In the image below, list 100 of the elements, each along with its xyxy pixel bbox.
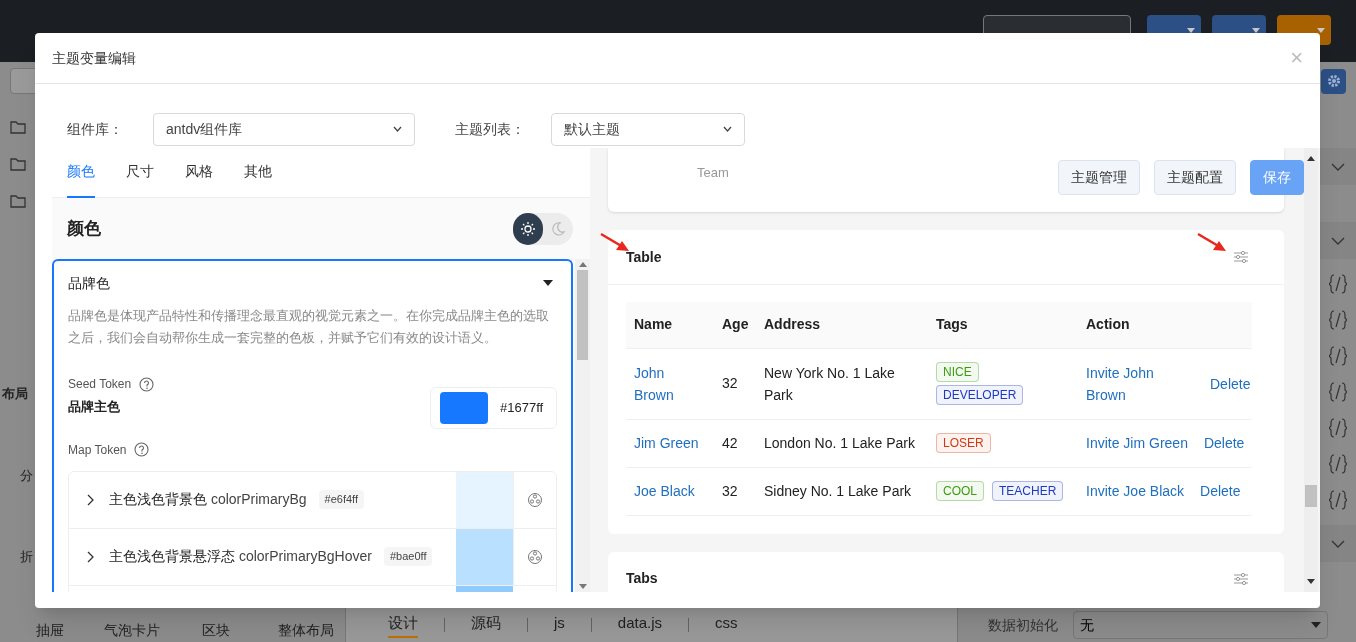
chevron-right-icon [87, 550, 95, 563]
delete-link[interactable]: Delete [1200, 480, 1241, 502]
caret-icon [1311, 622, 1321, 628]
table-cell: 32 [714, 348, 756, 419]
tab[interactable]: 其他 [244, 147, 272, 198]
table-cell-text: Sidney No. 1 Lake Park [764, 482, 912, 501]
name-link[interactable]: John Brown [634, 361, 704, 406]
chevron-right-icon [87, 493, 95, 506]
chevron-down-icon [723, 126, 732, 132]
editor-tab[interactable]: js [554, 611, 565, 639]
card-title: 品牌色 [68, 273, 110, 293]
folder-icon [10, 156, 26, 171]
pointer-arrow-icon [1197, 232, 1227, 252]
code-icon [1329, 345, 1347, 367]
editor-tab[interactable]: 源码 [471, 611, 501, 639]
editor-tab[interactable]: css [715, 611, 738, 639]
palette-item[interactable]: 区块 [202, 620, 230, 641]
column-header: Address [756, 302, 928, 348]
color-value[interactable]: #1677ff [500, 397, 544, 418]
chevron-down-icon [393, 126, 402, 132]
card-title: Table [626, 247, 662, 267]
column-header: Action [1078, 302, 1252, 348]
settings-icon [1326, 74, 1341, 88]
caret-icon [1317, 27, 1325, 33]
scroll-thumb[interactable] [577, 270, 588, 360]
scroll-up-icon [1307, 156, 1315, 161]
sun-icon [520, 220, 536, 237]
delete-link[interactable]: Delete [1203, 432, 1245, 454]
code-icon [1329, 309, 1347, 331]
code-icon [1329, 489, 1347, 511]
chevron-down-icon [1331, 236, 1345, 245]
editor-tab[interactable]: 设计 [388, 611, 418, 639]
palette-item[interactable]: 气泡卡片 [104, 620, 160, 641]
token-name: 主色浅色背景色 colorPrimaryBg [109, 490, 307, 509]
name-link[interactable]: Joe Black [634, 480, 695, 502]
select-field[interactable]: antdv组件库 [153, 112, 415, 146]
table-cell: 42 [714, 419, 756, 467]
button[interactable]: 主题配置 [1154, 160, 1236, 195]
sidebar-label: 折 [19, 548, 33, 566]
button[interactable]: 主题管理 [1058, 160, 1140, 195]
palette-item[interactable]: 抽屉 [36, 620, 64, 641]
color-swatch [440, 391, 488, 424]
moon-icon [550, 220, 566, 237]
mode-toggle[interactable] [513, 212, 543, 245]
palette-icon [527, 491, 543, 508]
invite-link[interactable]: Invite John Brown [1086, 361, 1186, 406]
table-cell-text: New York No. 1 Lake Park [764, 363, 896, 405]
property-select[interactable]: 无 [1073, 611, 1328, 639]
settings-sliders-icon[interactable] [1234, 572, 1248, 585]
caret-down-icon[interactable] [543, 278, 553, 288]
token-label: Map Token [68, 441, 127, 459]
token-name: 品牌主色 [68, 398, 121, 416]
invite-link[interactable]: Invite Joe Black [1086, 480, 1185, 502]
tag: LOSER [936, 433, 991, 453]
folder-icon [10, 193, 26, 208]
help-icon [139, 376, 155, 392]
description: 品牌色是体现产品特性和传播理念最直观的视觉元素之一。在你完成品牌主色的选取之后，我们会自动帮你生成一套完整的色板，并赋予它们有效的设计语义。 [68, 307, 550, 347]
code-icon [1329, 273, 1347, 295]
pointer-arrow-icon [600, 232, 630, 252]
folder-icon [10, 119, 26, 134]
scroll-up-icon [578, 262, 587, 267]
tag: COOL [936, 481, 984, 501]
tab[interactable]: 尺寸 [126, 147, 154, 198]
field-label: 组件库： [67, 119, 123, 139]
chevron-down-icon [1331, 539, 1345, 548]
intro-text: Team [697, 164, 729, 182]
tag: TEACHER [992, 481, 1064, 501]
palette-item[interactable]: 整体布局 [278, 620, 334, 641]
settings-sliders-icon[interactable] [1234, 251, 1248, 263]
table-cell: 32 [714, 467, 756, 515]
card-title: Tabs [626, 569, 658, 588]
name-link[interactable]: Jim Green [634, 432, 699, 454]
column-header: Tags [928, 302, 1078, 348]
token-label: Seed Token [68, 376, 132, 393]
column-header: Name [626, 302, 714, 348]
chevron-down-icon [1331, 162, 1345, 171]
column-header: Age [714, 302, 756, 348]
editor-tab[interactable]: data.js [617, 611, 663, 639]
select-field[interactable]: 默认主题 [551, 112, 745, 146]
hex-badge: #bae0ff [383, 547, 433, 566]
table-cell-text: London No. 1 Lake Park [764, 434, 915, 453]
settings-button[interactable] [1321, 68, 1346, 94]
code-icon [1329, 453, 1347, 475]
code-icon [1329, 381, 1347, 403]
tab[interactable]: 风格 [185, 147, 213, 198]
scroll-thumb[interactable] [1305, 485, 1317, 507]
property-label: 数据初始化 [988, 615, 1059, 635]
sidebar-label: 布局 [2, 385, 28, 403]
tag: DEVELOPER [936, 385, 1024, 405]
code-icon [1329, 417, 1347, 439]
scroll-down-icon [578, 584, 587, 589]
field-label: 主题列表： [455, 119, 525, 139]
tag: NICE [936, 362, 979, 382]
modal-title: 主题变量编辑 [52, 48, 136, 68]
invite-link[interactable]: Invite Jim Green [1086, 432, 1188, 454]
delete-link[interactable]: Delete [1210, 372, 1251, 395]
sidebar-label: 分 [19, 466, 33, 485]
token-name: 主色浅色背景悬浮态 colorPrimaryBgHover [109, 547, 372, 566]
help-icon [134, 442, 150, 457]
hex-badge: #e6f4ff [318, 490, 365, 509]
